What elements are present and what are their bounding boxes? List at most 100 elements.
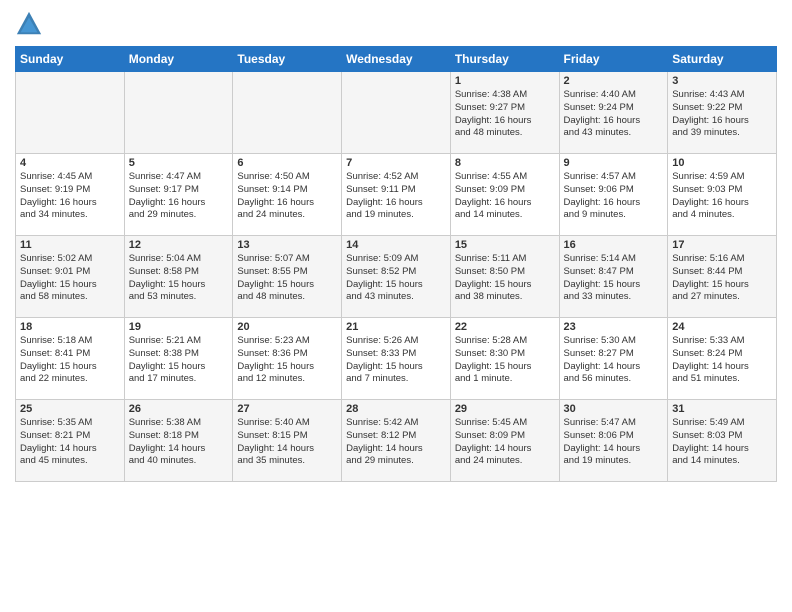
cell-content: Sunrise: 5:04 AM Sunset: 8:58 PM Dayligh… bbox=[129, 253, 229, 304]
cell-content: Sunrise: 4:40 AM Sunset: 9:24 PM Dayligh… bbox=[564, 89, 664, 140]
day-number: 24 bbox=[672, 321, 772, 333]
day-number: 27 bbox=[237, 403, 337, 415]
day-header-saturday: Saturday bbox=[668, 47, 777, 72]
day-number: 15 bbox=[455, 239, 555, 251]
day-number: 3 bbox=[672, 75, 772, 87]
cell-content: Sunrise: 5:49 AM Sunset: 8:03 PM Dayligh… bbox=[672, 417, 772, 468]
day-number: 6 bbox=[237, 157, 337, 169]
day-number: 7 bbox=[346, 157, 446, 169]
calendar-cell: 10Sunrise: 4:59 AM Sunset: 9:03 PM Dayli… bbox=[668, 154, 777, 236]
cell-content: Sunrise: 5:16 AM Sunset: 8:44 PM Dayligh… bbox=[672, 253, 772, 304]
cell-content: Sunrise: 5:42 AM Sunset: 8:12 PM Dayligh… bbox=[346, 417, 446, 468]
calendar-cell: 7 Sunrise: 4:52 AM Sunset: 9:11 PM Daylig… bbox=[342, 154, 451, 236]
day-number: 29 bbox=[455, 403, 555, 415]
cell-content: Sunrise: 5:21 AM Sunset: 8:38 PM Dayligh… bbox=[129, 335, 229, 386]
cell-content: Sunrise: 4:50 AM Sunset: 9:14 PM Dayligh… bbox=[237, 171, 337, 222]
cell-content: Sunrise: 5:47 AM Sunset: 8:06 PM Dayligh… bbox=[564, 417, 664, 468]
cell-content: Sunrise: 4:55 AM Sunset: 9:09 PM Dayligh… bbox=[455, 171, 555, 222]
calendar-cell: 21 Sunrise: 5:26 AM Sunset: 8:33 PM Dayli… bbox=[342, 318, 451, 400]
cell-content: Sunrise: 5:18 AM Sunset: 8:41 PM Dayligh… bbox=[20, 335, 120, 386]
calendar-cell: 28 Sunrise: 5:42 AM Sunset: 8:12 PM Dayli… bbox=[342, 400, 451, 482]
day-number: 26 bbox=[129, 403, 229, 415]
day-number: 23 bbox=[564, 321, 664, 333]
cell-content: Sunrise: 4:38 AM Sunset: 9:27 PM Dayligh… bbox=[455, 89, 555, 140]
cell-content: Sunrise: 4:52 AM Sunset: 9:11 PM Dayligh… bbox=[346, 171, 446, 222]
day-number: 30 bbox=[564, 403, 664, 415]
day-number: 28 bbox=[346, 403, 446, 415]
calendar-cell bbox=[233, 72, 342, 154]
page-container: SundayMondayTuesdayWednesdayThursdayFrid… bbox=[0, 0, 792, 492]
cell-content: Sunrise: 4:47 AM Sunset: 9:17 PM Dayligh… bbox=[129, 171, 229, 222]
day-number: 18 bbox=[20, 321, 120, 333]
cell-content: Sunrise: 5:23 AM Sunset: 8:36 PM Dayligh… bbox=[237, 335, 337, 386]
cell-content: Sunrise: 5:38 AM Sunset: 8:18 PM Dayligh… bbox=[129, 417, 229, 468]
day-header-friday: Friday bbox=[559, 47, 668, 72]
calendar-week-4: 18 Sunrise: 5:18 AM Sunset: 8:41 PM Dayli… bbox=[16, 318, 777, 400]
day-number: 13 bbox=[237, 239, 337, 251]
day-number: 8 bbox=[455, 157, 555, 169]
cell-content: Sunrise: 5:33 AM Sunset: 8:24 PM Dayligh… bbox=[672, 335, 772, 386]
calendar-cell: 18 Sunrise: 5:18 AM Sunset: 8:41 PM Dayli… bbox=[16, 318, 125, 400]
header-row: SundayMondayTuesdayWednesdayThursdayFrid… bbox=[16, 47, 777, 72]
day-number: 1 bbox=[455, 75, 555, 87]
header bbox=[15, 10, 777, 38]
calendar-cell: 22Sunrise: 5:28 AM Sunset: 8:30 PM Dayli… bbox=[450, 318, 559, 400]
day-number: 22 bbox=[455, 321, 555, 333]
day-number: 31 bbox=[672, 403, 772, 415]
logo bbox=[15, 10, 47, 38]
cell-content: Sunrise: 4:43 AM Sunset: 9:22 PM Dayligh… bbox=[672, 89, 772, 140]
cell-content: Sunrise: 5:40 AM Sunset: 8:15 PM Dayligh… bbox=[237, 417, 337, 468]
cell-content: Sunrise: 5:07 AM Sunset: 8:55 PM Dayligh… bbox=[237, 253, 337, 304]
logo-icon bbox=[15, 10, 43, 38]
calendar-week-1: 1 Sunrise: 4:38 AM Sunset: 9:27 PM Daylig… bbox=[16, 72, 777, 154]
day-number: 4 bbox=[20, 157, 120, 169]
calendar-week-5: 25 Sunrise: 5:35 AM Sunset: 8:21 PM Dayli… bbox=[16, 400, 777, 482]
calendar-cell: 26 Sunrise: 5:38 AM Sunset: 8:18 PM Dayli… bbox=[124, 400, 233, 482]
day-number: 14 bbox=[346, 239, 446, 251]
calendar-cell: 29 Sunrise: 5:45 AM Sunset: 8:09 PM Dayli… bbox=[450, 400, 559, 482]
calendar-cell: 27 Sunrise: 5:40 AM Sunset: 8:15 PM Dayli… bbox=[233, 400, 342, 482]
cell-content: Sunrise: 5:09 AM Sunset: 8:52 PM Dayligh… bbox=[346, 253, 446, 304]
day-number: 20 bbox=[237, 321, 337, 333]
calendar-cell bbox=[342, 72, 451, 154]
day-number: 9 bbox=[564, 157, 664, 169]
day-number: 2 bbox=[564, 75, 664, 87]
day-number: 10 bbox=[672, 157, 772, 169]
calendar-cell: 16 Sunrise: 5:14 AM Sunset: 8:47 PM Dayli… bbox=[559, 236, 668, 318]
cell-content: Sunrise: 5:35 AM Sunset: 8:21 PM Dayligh… bbox=[20, 417, 120, 468]
calendar-cell: 12 Sunrise: 5:04 AM Sunset: 8:58 PM Dayli… bbox=[124, 236, 233, 318]
calendar-cell: 19 Sunrise: 5:21 AM Sunset: 8:38 PM Dayli… bbox=[124, 318, 233, 400]
calendar-cell: 5Sunrise: 4:47 AM Sunset: 9:17 PM Daylig… bbox=[124, 154, 233, 236]
calendar-cell: 30 Sunrise: 5:47 AM Sunset: 8:06 PM Dayli… bbox=[559, 400, 668, 482]
cell-content: Sunrise: 5:26 AM Sunset: 8:33 PM Dayligh… bbox=[346, 335, 446, 386]
calendar-cell: 25 Sunrise: 5:35 AM Sunset: 8:21 PM Dayli… bbox=[16, 400, 125, 482]
calendar-cell: 15Sunrise: 5:11 AM Sunset: 8:50 PM Dayli… bbox=[450, 236, 559, 318]
calendar-week-2: 4 Sunrise: 4:45 AM Sunset: 9:19 PM Daylig… bbox=[16, 154, 777, 236]
calendar-table: SundayMondayTuesdayWednesdayThursdayFrid… bbox=[15, 46, 777, 482]
day-header-monday: Monday bbox=[124, 47, 233, 72]
calendar-cell: 6 Sunrise: 4:50 AM Sunset: 9:14 PM Daylig… bbox=[233, 154, 342, 236]
day-number: 11 bbox=[20, 239, 120, 251]
calendar-cell: 14 Sunrise: 5:09 AM Sunset: 8:52 PM Dayli… bbox=[342, 236, 451, 318]
cell-content: Sunrise: 4:45 AM Sunset: 9:19 PM Dayligh… bbox=[20, 171, 120, 222]
calendar-cell: 11Sunrise: 5:02 AM Sunset: 9:01 PM Dayli… bbox=[16, 236, 125, 318]
day-number: 19 bbox=[129, 321, 229, 333]
cell-content: Sunrise: 5:45 AM Sunset: 8:09 PM Dayligh… bbox=[455, 417, 555, 468]
calendar-cell: 2 Sunrise: 4:40 AM Sunset: 9:24 PM Daylig… bbox=[559, 72, 668, 154]
calendar-cell: 1 Sunrise: 4:38 AM Sunset: 9:27 PM Daylig… bbox=[450, 72, 559, 154]
cell-content: Sunrise: 5:30 AM Sunset: 8:27 PM Dayligh… bbox=[564, 335, 664, 386]
calendar-cell: 20 Sunrise: 5:23 AM Sunset: 8:36 PM Dayli… bbox=[233, 318, 342, 400]
day-header-thursday: Thursday bbox=[450, 47, 559, 72]
day-number: 16 bbox=[564, 239, 664, 251]
day-number: 21 bbox=[346, 321, 446, 333]
calendar-cell: 31 Sunrise: 5:49 AM Sunset: 8:03 PM Dayli… bbox=[668, 400, 777, 482]
calendar-cell: 24 Sunrise: 5:33 AM Sunset: 8:24 PM Dayli… bbox=[668, 318, 777, 400]
day-number: 17 bbox=[672, 239, 772, 251]
day-number: 12 bbox=[129, 239, 229, 251]
day-number: 25 bbox=[20, 403, 120, 415]
calendar-cell: 4 Sunrise: 4:45 AM Sunset: 9:19 PM Daylig… bbox=[16, 154, 125, 236]
calendar-cell bbox=[124, 72, 233, 154]
calendar-cell: 3 Sunrise: 4:43 AM Sunset: 9:22 PM Daylig… bbox=[668, 72, 777, 154]
calendar-cell: 9Sunrise: 4:57 AM Sunset: 9:06 PM Daylig… bbox=[559, 154, 668, 236]
cell-content: Sunrise: 5:14 AM Sunset: 8:47 PM Dayligh… bbox=[564, 253, 664, 304]
